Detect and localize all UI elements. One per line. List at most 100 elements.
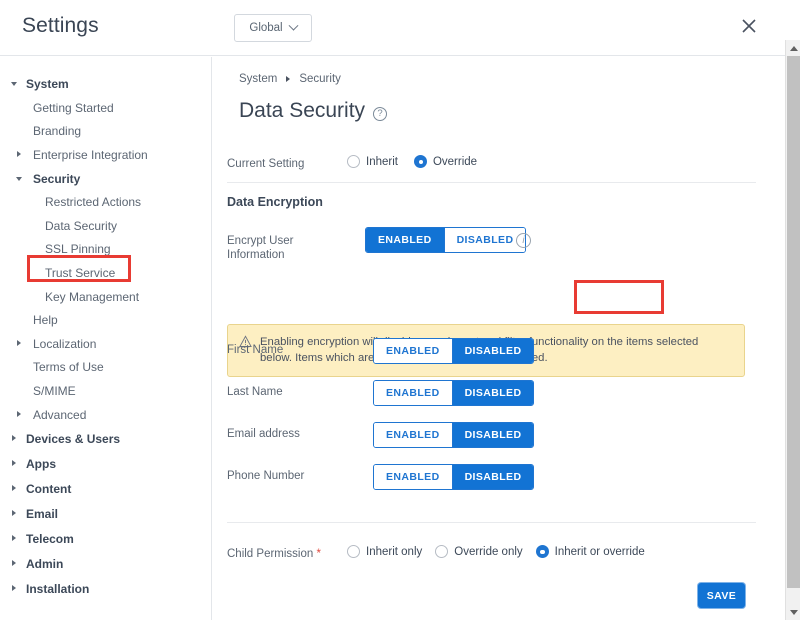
field-label-first-name: First Name: [227, 344, 284, 356]
field-toggle-first-name[interactable]: ENABLED DISABLED: [373, 338, 535, 364]
sidebar-item-label: SSL Pinning: [45, 242, 111, 257]
required-marker: *: [316, 548, 321, 560]
sidebar-item-getting-started[interactable]: Getting Started: [0, 96, 211, 120]
radio-inherit-or-override-indicator: [535, 545, 549, 558]
close-icon[interactable]: [739, 16, 763, 40]
sidebar-item-restricted-actions[interactable]: Restricted Actions: [0, 190, 211, 214]
current-setting-label: Current Setting: [227, 158, 305, 170]
sidebar-item-label: Branding: [33, 124, 82, 139]
sidebar-item-label: System: [26, 76, 69, 91]
encrypt-user-info-label: Encrypt User Information: [227, 234, 293, 262]
encrypt-user-info-toggle[interactable]: ENABLED DISABLED: [365, 227, 527, 253]
sidebar-item-apps[interactable]: Apps: [0, 451, 211, 476]
sidebar-item-label: Content: [26, 481, 72, 496]
sidebar-item-ssl-pinning[interactable]: SSL Pinning: [0, 238, 211, 262]
field-label-last-name: Last Name: [227, 386, 283, 398]
sidebar-item-content[interactable]: Content: [0, 476, 211, 501]
info-icon[interactable]: i: [516, 233, 531, 248]
radio-inherit-indicator: [347, 155, 360, 168]
encrypt-user-info-label-line2: Information: [227, 249, 285, 261]
breadcrumb-item-system[interactable]: System: [239, 73, 277, 85]
caret-down-icon[interactable]: [4, 79, 24, 88]
encrypt-user-info-disabled-button[interactable]: DISABLED: [444, 228, 526, 252]
current-setting-radio-group[interactable]: Inherit Override: [347, 155, 477, 168]
encrypt-toggle-highlight-box: [574, 280, 664, 314]
sidebar-item-label: Admin: [26, 556, 64, 571]
sidebar-item-trust-service[interactable]: Trust Service: [0, 261, 211, 285]
save-button[interactable]: SAVE: [698, 583, 745, 608]
sidebar-item-label: S/MIME: [33, 383, 76, 398]
field-toggle-last-name[interactable]: ENABLED DISABLED: [373, 380, 535, 406]
caret-right-icon[interactable]: [8, 410, 30, 419]
sidebar-item-system[interactable]: System: [0, 71, 211, 96]
sidebar-item-key-management[interactable]: Key Management: [0, 285, 211, 309]
sidebar-item-label: Apps: [26, 456, 56, 471]
sidebar-item-localization[interactable]: Localization: [0, 332, 211, 356]
caret-right-icon[interactable]: [4, 459, 24, 468]
sidebar-item-help[interactable]: Help: [0, 308, 211, 332]
field-toggle-phone-number-enabled-button[interactable]: ENABLED: [374, 465, 453, 489]
radio-option-override[interactable]: Override: [413, 155, 478, 168]
field-toggle-email-address-disabled-button[interactable]: DISABLED: [452, 423, 534, 447]
sidebar-item-telecom[interactable]: Telecom: [0, 526, 211, 551]
radio-inherit-or-override-label: Inherit or override: [554, 545, 645, 558]
sidebar-nav[interactable]: System Getting Started Branding Enterprise …: [0, 57, 212, 620]
scroll-up-arrow-icon[interactable]: [786, 40, 800, 56]
radio-override-indicator: [413, 155, 427, 168]
scope-dropdown[interactable]: Global: [234, 14, 312, 42]
sidebar-item-terms-of-use[interactable]: Terms of Use: [0, 356, 211, 380]
vertical-scrollbar[interactable]: [785, 0, 800, 620]
sidebar-item-branding[interactable]: Branding: [0, 120, 211, 144]
sidebar-item-email[interactable]: Email: [0, 501, 211, 526]
sidebar-item-enterprise-integration[interactable]: Enterprise Integration: [0, 143, 211, 167]
radio-option-inherit-or-override[interactable]: Inherit or override: [535, 545, 645, 558]
sidebar-item-label: Restricted Actions: [45, 195, 142, 210]
caret-right-icon[interactable]: [8, 339, 30, 348]
caret-right-icon[interactable]: [4, 434, 24, 443]
caret-right-icon[interactable]: [4, 559, 24, 568]
radio-override-only-indicator: [435, 545, 449, 558]
question-mark-icon[interactable]: ?: [373, 106, 388, 121]
sidebar-item-installation[interactable]: Installation: [0, 576, 211, 601]
field-toggle-last-name-enabled-button[interactable]: ENABLED: [374, 381, 453, 405]
encrypt-user-info-enabled-button[interactable]: ENABLED: [366, 228, 445, 252]
field-toggle-phone-number-disabled-button[interactable]: DISABLED: [452, 465, 534, 489]
sidebar-item-s-mime[interactable]: S/MIME: [0, 379, 211, 403]
scroll-down-arrow-icon[interactable]: [786, 604, 800, 620]
page-header-title: Settings: [22, 14, 99, 37]
field-toggle-last-name-disabled-button[interactable]: DISABLED: [452, 381, 534, 405]
caret-down-icon[interactable]: [8, 174, 30, 183]
sidebar-item-label: Key Management: [45, 289, 140, 304]
radio-override-label: Override: [432, 155, 478, 168]
field-toggle-email-address[interactable]: ENABLED DISABLED: [373, 422, 535, 448]
child-permission-label-text: Child Permission: [227, 548, 314, 560]
breadcrumb-separator-icon: [286, 76, 291, 82]
caret-right-icon[interactable]: [4, 584, 24, 593]
breadcrumb: System Security: [239, 73, 341, 85]
sidebar-item-data-security[interactable]: Data Security: [0, 214, 211, 238]
page-title: Data Security: [239, 99, 366, 122]
radio-option-override-only[interactable]: Override only: [435, 545, 523, 558]
caret-right-icon[interactable]: [4, 484, 24, 493]
radio-inherit-label: Inherit: [366, 155, 398, 168]
radio-option-inherit-only[interactable]: Inherit only: [347, 545, 422, 558]
scrollbar-thumb[interactable]: [787, 56, 800, 588]
radio-override-only-label: Override only: [454, 545, 523, 558]
child-permission-label: Child Permission *: [227, 548, 321, 560]
field-label-email-address: Email address: [227, 428, 300, 440]
sidebar-item-admin[interactable]: Admin: [0, 551, 211, 576]
sidebar-item-label: Installation: [26, 581, 90, 596]
caret-right-icon[interactable]: [8, 150, 30, 159]
sidebar-item-advanced[interactable]: Advanced: [0, 403, 211, 427]
radio-option-inherit[interactable]: Inherit: [347, 155, 398, 168]
child-permission-radio-group[interactable]: Inherit only Override only Inherit or ov…: [347, 545, 645, 558]
field-toggle-email-address-enabled-button[interactable]: ENABLED: [374, 423, 453, 447]
sidebar-item-security[interactable]: Security: [0, 167, 211, 191]
sidebar-item-devices-users[interactable]: Devices & Users: [0, 426, 211, 451]
field-toggle-phone-number[interactable]: ENABLED DISABLED: [373, 464, 535, 490]
caret-right-icon[interactable]: [4, 534, 24, 543]
field-toggle-first-name-enabled-button[interactable]: ENABLED: [374, 339, 453, 363]
caret-right-icon[interactable]: [4, 509, 24, 518]
field-toggle-first-name-disabled-button[interactable]: DISABLED: [452, 339, 534, 363]
breadcrumb-item-security[interactable]: Security: [299, 73, 341, 85]
